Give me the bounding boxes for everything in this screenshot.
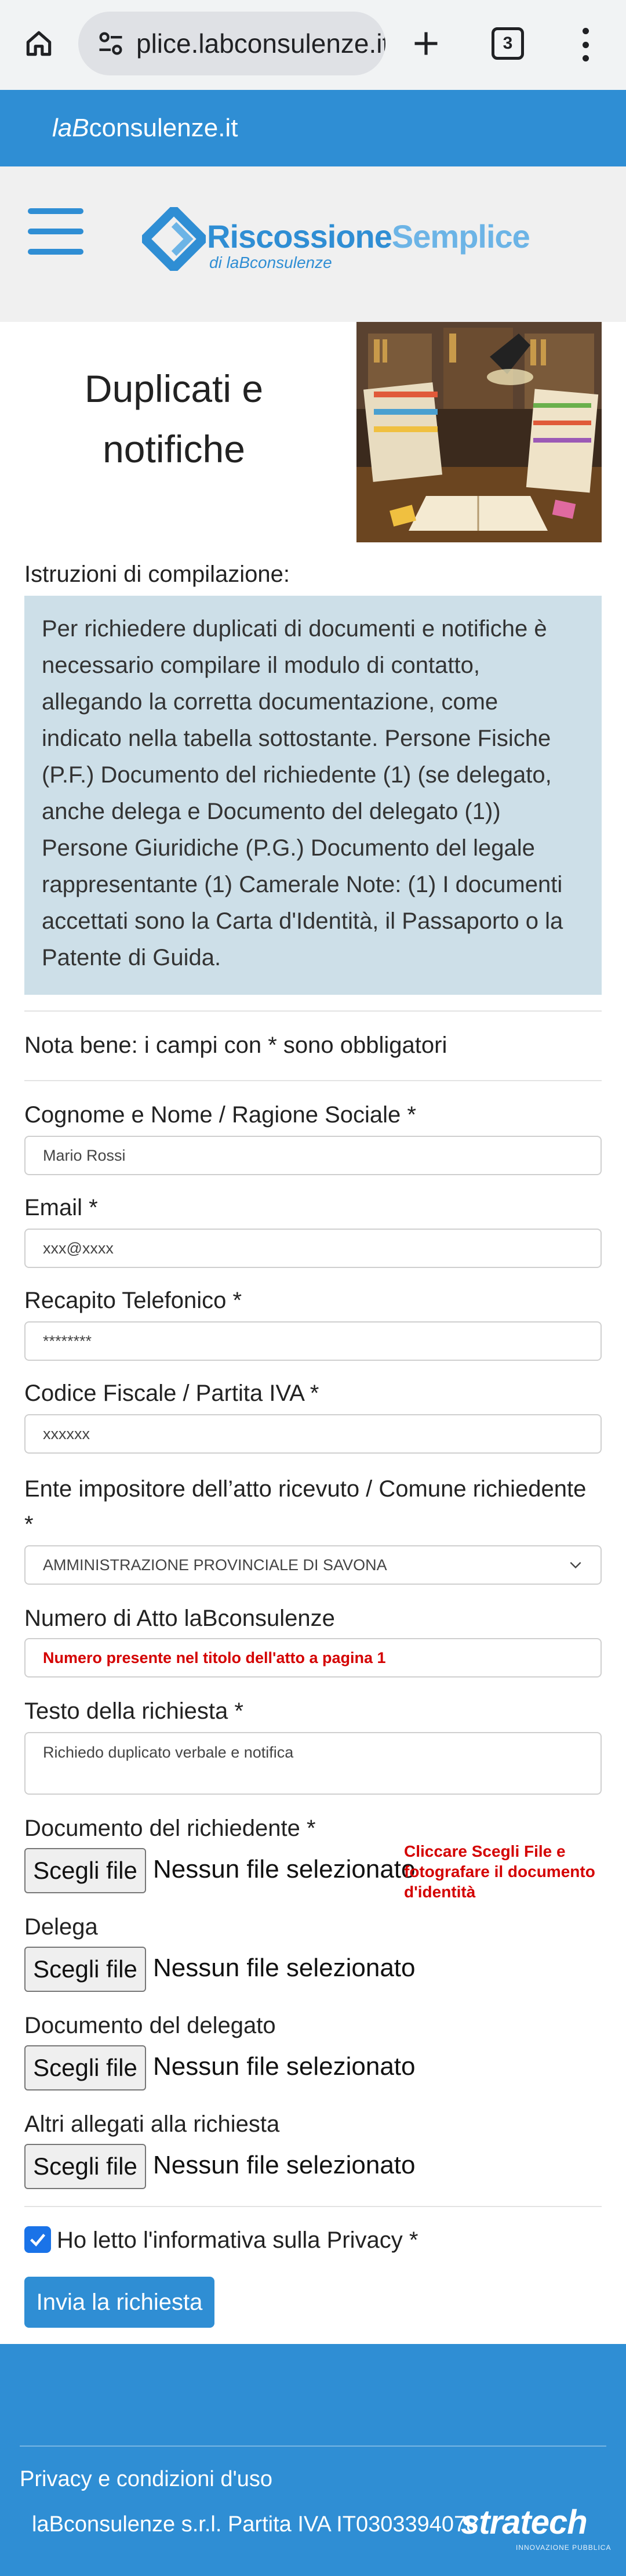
address-bar[interactable]: plice.labconsulenze.it	[78, 12, 385, 75]
privacy-checkbox[interactable]	[24, 2226, 51, 2253]
chevron-down-icon	[570, 1561, 581, 1569]
name-label: Cognome e Nome / Ragione Sociale *	[24, 1102, 416, 1128]
riscossione-semplice-logo[interactable]: RiscossioneSemplice di laBconsulenze	[142, 207, 530, 271]
phone-field[interactable]: ********	[24, 1321, 602, 1361]
instructions-label: Istruzioni di compilazione:	[24, 561, 290, 587]
site-settings-icon[interactable]	[96, 28, 126, 59]
delegation-choose-file-button[interactable]: Scegli file	[24, 1947, 146, 1992]
delegate-document-file-status: Nessun file selezionato	[153, 2052, 416, 2081]
act-number-field[interactable]: Numero presente nel titolo dell'atto a p…	[24, 1638, 602, 1678]
site-topbar: laBconsulenze.it	[0, 90, 626, 166]
footer-divider	[20, 2445, 606, 2447]
applicant-document-choose-file-button[interactable]: Scegli file	[24, 1848, 146, 1893]
ente-label: Ente impositore dell’atto ricevuto / Com…	[24, 1476, 587, 1502]
company-info: laBconsulenze s.r.l. Partita IVA IT03033…	[32, 2512, 479, 2537]
other-attachments-label: Altri allegati alla richiesta	[24, 2111, 280, 2137]
required-fields-note: Nota bene: i campi con * sono obbligator…	[24, 1032, 447, 1058]
more-menu-icon[interactable]	[574, 24, 597, 65]
hamburger-menu-icon[interactable]	[28, 208, 83, 255]
delegate-document-label: Documento del delegato	[24, 2013, 276, 2038]
divider	[24, 2206, 602, 2207]
delegation-file-status: Nessun file selezionato	[153, 1954, 416, 1982]
applicant-document-label: Documento del richiedente *	[24, 1816, 316, 1841]
delegate-document-choose-file-button[interactable]: Scegli file	[24, 2045, 146, 2090]
home-icon[interactable]	[19, 23, 59, 64]
ente-select-value: AMMINISTRAZIONE PROVINCIALE DI SAVONA	[43, 1556, 387, 1574]
page-title: Duplicati e notifiche	[84, 367, 264, 470]
privacy-checkbox-label[interactable]: Ho letto l'informativa sulla Privacy *	[57, 2227, 418, 2253]
stratech-tagline: INNOVAZIONE PUBBLICA	[516, 2544, 612, 2552]
other-attachments-file-status: Nessun file selezionato	[153, 2151, 416, 2179]
phone-label: Recapito Telefonico *	[24, 1288, 242, 1313]
instructions-box: Per richiedere duplicati di documenti e …	[24, 596, 602, 995]
site-header: RiscossioneSemplice di laBconsulenze	[0, 166, 626, 322]
act-number-label: Numero di Atto laBconsulenze	[24, 1606, 335, 1631]
checkmark-icon	[30, 2234, 46, 2247]
divider	[24, 1010, 602, 1012]
divider	[24, 1080, 602, 1081]
stratech-logo[interactable]: stratech	[461, 2503, 588, 2542]
request-text-label: Testo della richiesta *	[24, 1698, 243, 1724]
documents-illustration-image	[356, 322, 602, 542]
request-text-area[interactable]: Richiedo duplicato verbale e notifica	[24, 1732, 602, 1795]
name-field[interactable]: Mario Rossi	[24, 1136, 602, 1175]
email-field[interactable]: xxx@xxxx	[24, 1229, 602, 1268]
site-brand-link[interactable]: laBconsulenze.it	[52, 114, 238, 143]
tax-code-field[interactable]: xxxxxx	[24, 1414, 602, 1454]
ente-select[interactable]: AMMINISTRAZIONE PROVINCIALE DI SAVONA	[24, 1545, 602, 1585]
delegation-label: Delega	[24, 1914, 98, 1940]
logo-mark-icon	[142, 207, 206, 271]
site-footer: Privacy e condizioni d'uso laBconsulenze…	[0, 2344, 626, 2576]
url-text: plice.labconsulenze.it	[136, 28, 385, 59]
applicant-document-file-status: Nessun file selezionato	[153, 1855, 416, 1883]
browser-toolbar: plice.labconsulenze.it 3	[0, 0, 626, 90]
ente-label-required-mark: *	[24, 1512, 34, 1537]
privacy-terms-link[interactable]: Privacy e condizioni d'uso	[20, 2467, 272, 2492]
new-tab-icon[interactable]	[406, 23, 446, 64]
applicant-document-hint: Cliccare Scegli File e fotografare il do…	[404, 1842, 595, 1901]
other-attachments-choose-file-button[interactable]: Scegli file	[24, 2144, 146, 2189]
tax-code-label: Codice Fiscale / Partita IVA *	[24, 1381, 319, 1406]
tab-switcher-button[interactable]: 3	[492, 27, 524, 60]
submit-request-button[interactable]: Invia la richiesta	[24, 2277, 214, 2328]
email-label: Email *	[24, 1195, 98, 1220]
